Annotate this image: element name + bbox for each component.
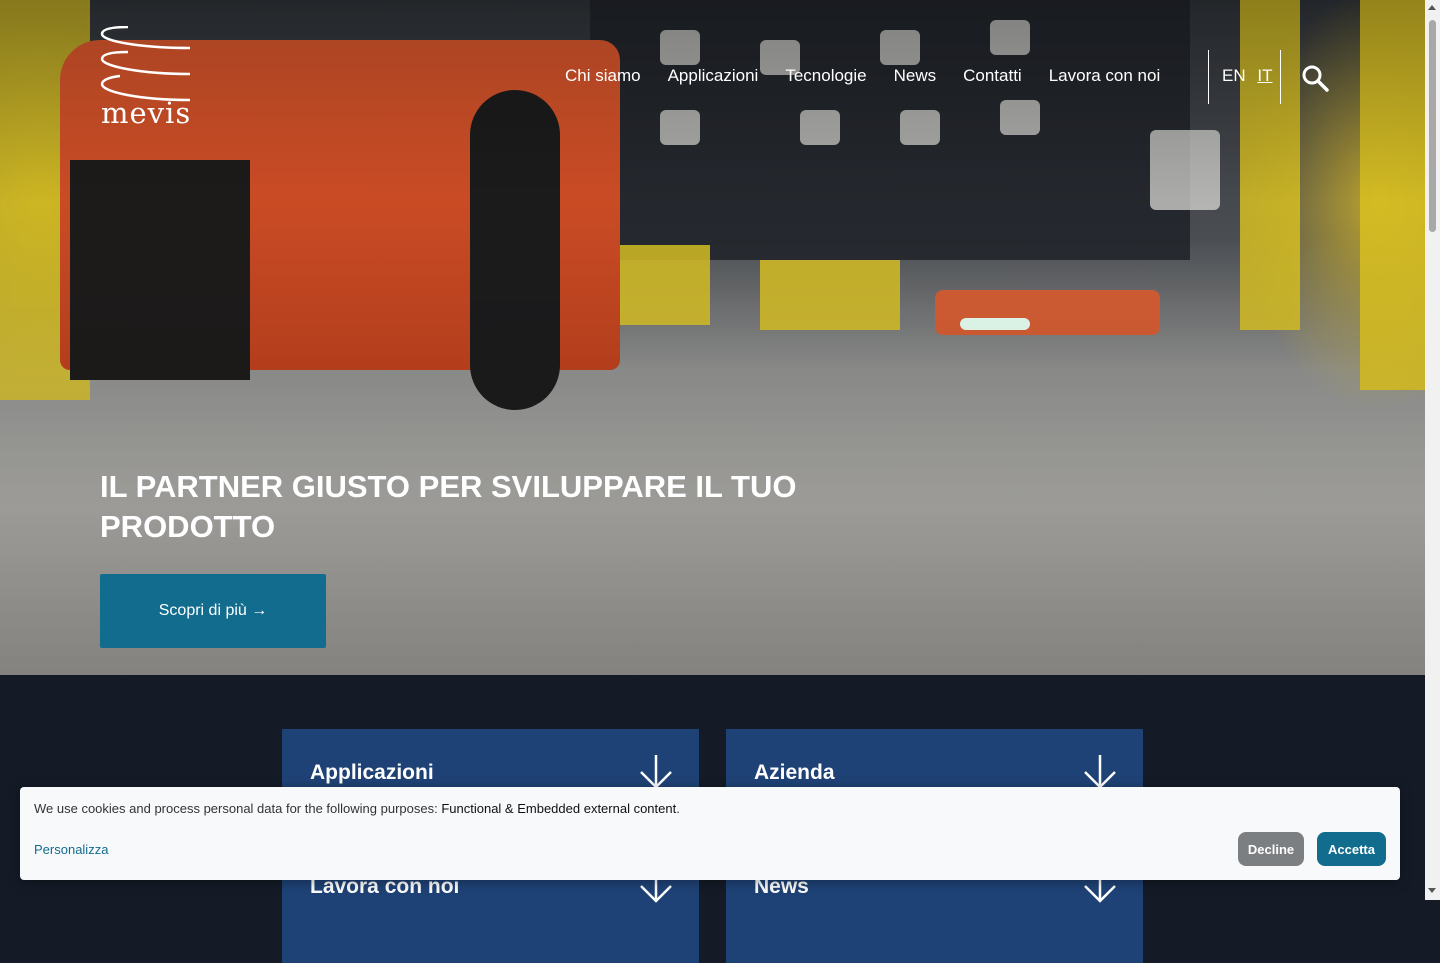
cookie-banner: We use cookies and process personal data… [20, 787, 1400, 880]
accept-button[interactable]: Accetta [1317, 832, 1386, 866]
logo-wordmark[interactable]: mevis [101, 96, 191, 130]
nav-item-tecnologie[interactable]: Tecnologie [785, 66, 866, 86]
nav-item-lavora-con-noi[interactable]: Lavora con noi [1049, 66, 1161, 86]
nav-item-contatti[interactable]: Contatti [963, 66, 1022, 86]
arrow-down-icon [1084, 755, 1116, 789]
decline-button[interactable]: Decline [1238, 832, 1304, 866]
nav-divider [1208, 50, 1209, 104]
customize-link[interactable]: Personalizza [34, 842, 108, 857]
lang-en[interactable]: EN [1222, 66, 1246, 85]
card-label: Azienda [754, 761, 835, 784]
search-icon[interactable] [1300, 63, 1330, 93]
nav-item-applicazioni[interactable]: Applicazioni [668, 66, 759, 86]
nav-divider [1280, 50, 1281, 104]
nav-item-news[interactable]: News [894, 66, 937, 86]
discover-more-button[interactable]: Scopri di più → [100, 574, 326, 648]
lang-it[interactable]: IT [1257, 66, 1272, 85]
card-label: Applicazioni [310, 761, 434, 784]
main-nav: Chi siamo Applicazioni Tecnologie News C… [565, 66, 1187, 86]
hero-headline: IL PARTNER GIUSTO PER SVILUPPARE IL TUO … [100, 469, 797, 544]
cookie-message: We use cookies and process personal data… [34, 801, 680, 816]
cookie-purposes: Functional & Embedded external content [441, 801, 677, 816]
cookie-message-text: We use cookies and process personal data… [34, 801, 442, 816]
language-switcher: EN IT [1222, 66, 1279, 86]
cookie-message-end: . [676, 801, 680, 816]
nav-item-chi-siamo[interactable]: Chi siamo [565, 66, 641, 86]
arrow-down-icon [640, 755, 672, 789]
scrollbar-thumb[interactable] [1429, 20, 1436, 232]
scroll-down-arrow-icon[interactable] [1428, 888, 1436, 893]
scroll-up-arrow-icon[interactable] [1428, 5, 1436, 10]
